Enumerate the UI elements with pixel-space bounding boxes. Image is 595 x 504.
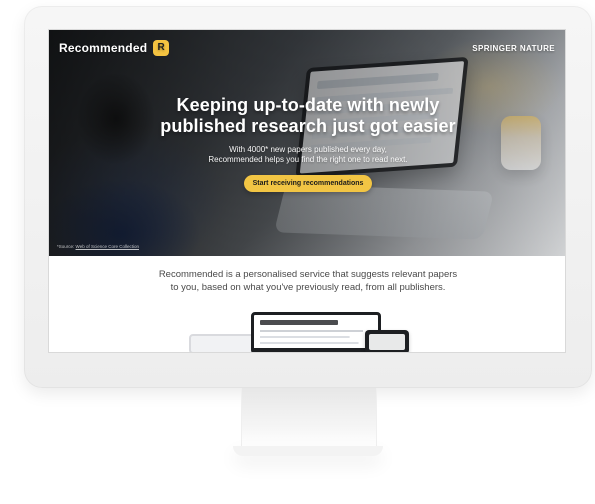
- devices-illustration: [49, 312, 565, 352]
- laptop-mock-lines: [260, 330, 372, 348]
- hero-subtitle: With 4000* new papers published every da…: [208, 145, 408, 164]
- brand-name: Recommended: [59, 41, 148, 55]
- hero-copy: Keeping up-to-date with newly published …: [49, 95, 565, 192]
- monitor-stand-base: [233, 446, 383, 456]
- laptop-illustration: [251, 312, 381, 352]
- footnote-link[interactable]: Web of Science Core Collection: [76, 244, 139, 249]
- footnote: *Source: Web of Science Core Collection: [57, 244, 139, 250]
- start-recommendations-button[interactable]: Start receiving recommendations: [243, 175, 373, 192]
- monitor: Recommended R SPRINGER NATURE Keeping up…: [24, 6, 592, 388]
- r-badge-icon: R: [153, 40, 170, 56]
- scene: Recommended R SPRINGER NATURE Keeping up…: [0, 0, 595, 504]
- footnote-prefix: *Source:: [57, 244, 75, 249]
- lower-section: Recommended is a personalised service th…: [49, 256, 565, 352]
- hero-title: Keeping up-to-date with newly published …: [160, 95, 456, 136]
- tagline: Recommended is a personalised service th…: [158, 269, 458, 293]
- brand[interactable]: Recommended R: [59, 40, 170, 56]
- hero: Recommended R SPRINGER NATURE Keeping up…: [49, 30, 565, 256]
- monitor-stand-neck: [241, 388, 377, 446]
- phone-illustration: [365, 330, 409, 352]
- laptop-mock-title: [260, 320, 338, 325]
- monitor-screen: Recommended R SPRINGER NATURE Keeping up…: [48, 29, 566, 353]
- publisher-logo-text: SPRINGER NATURE: [472, 44, 555, 53]
